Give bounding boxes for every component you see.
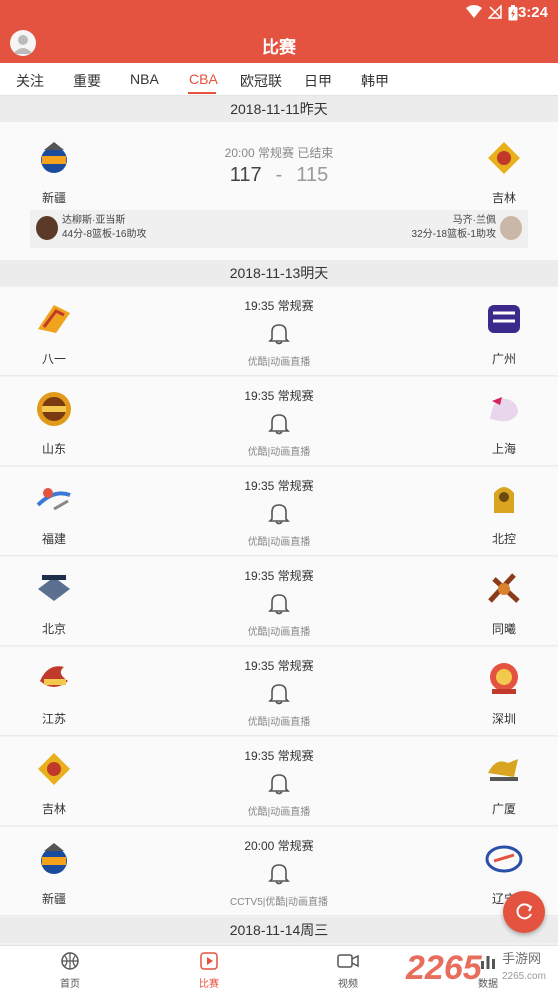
player-stats: 44分-8篮板-16助攻 (62, 229, 147, 240)
team-logo-icon (490, 397, 518, 422)
team-name: 广州 (491, 352, 516, 366)
team-name: 广厦 (491, 802, 516, 816)
player-avatar (500, 216, 522, 240)
match-card[interactable]: 北京 19:35 常规赛 优酷|动画直播 同曦 (0, 557, 558, 646)
away-team[interactable]: 深圳 (464, 659, 544, 727)
watermark-brand: 2265 (405, 949, 483, 987)
team-logo-icon (485, 845, 523, 873)
tab-follow[interactable]: 关注 (16, 71, 44, 91)
team-name: 深圳 (491, 712, 516, 726)
team-name: 同曦 (491, 622, 516, 636)
tab-cba[interactable]: CBA (189, 71, 218, 87)
date-header: 2018-11-11昨天 (0, 96, 558, 122)
nav-home[interactable]: 首页 (40, 951, 100, 990)
watermark-logo: 2265 手游网 2265.com (405, 949, 546, 987)
team-logo-icon (488, 142, 520, 174)
team-name: 新疆 (41, 191, 66, 205)
match-card[interactable]: 新疆 20:00 常规赛 CCTV5|优酷|动画直播 辽宁 (0, 827, 558, 916)
video-camera-icon (337, 954, 359, 968)
team-logo-icon (494, 487, 514, 513)
match-card[interactable]: 八一 19:35 常规赛 优酷|动画直播 广州 (0, 287, 558, 376)
match-card[interactable]: 吉林 19:35 常规赛 优酷|动画直播 广厦 (0, 737, 558, 826)
bell-icon[interactable] (268, 591, 290, 615)
refresh-button[interactable] (503, 891, 545, 933)
match-card[interactable]: 福建 19:35 常规赛 优酷|动画直播 北控 (0, 467, 558, 556)
team-logo-icon (488, 305, 520, 333)
refresh-icon (516, 903, 533, 920)
bell-icon[interactable] (268, 681, 290, 705)
league-tabs: 关注 重要 NBA CBA 欧冠联 日甲 韩甲 (0, 63, 558, 96)
match-card[interactable]: 江苏 19:35 常规赛 优酷|动画直播 深圳 (0, 647, 558, 736)
tab-japan[interactable]: 日甲 (304, 71, 332, 91)
away-team[interactable]: 北控 (464, 479, 544, 547)
date-header: 2018-11-14周三 (0, 917, 558, 943)
nav-videos[interactable]: 视频 (318, 951, 378, 990)
team-name: 上海 (491, 442, 516, 456)
away-team[interactable]: 上海 (464, 389, 544, 457)
nav-label: 首页 (60, 979, 80, 990)
tab-nba[interactable]: NBA (130, 71, 159, 87)
nav-label: 视频 (338, 979, 358, 990)
bell-icon[interactable] (268, 771, 290, 795)
player-stats: 32分-18篮板-1助攻 (411, 229, 496, 240)
date-header: 2018-11-13明天 (0, 260, 558, 286)
home-player: 达柳斯·亚当斯 44分-8篮板-16助攻 (62, 214, 146, 242)
player-avatar (36, 216, 58, 240)
player-name: 达柳斯·亚当斯 (62, 215, 126, 226)
top-players: 达柳斯·亚当斯 44分-8篮板-16助攻 马齐·兰佩 32分-18篮板-1助攻 (30, 210, 528, 248)
player-name: 马齐·兰佩 (452, 215, 496, 226)
away-team[interactable]: 同曦 (464, 569, 544, 637)
away-player: 马齐·兰佩 32分-18篮板-1助攻 (412, 214, 496, 242)
bell-icon[interactable] (268, 411, 290, 435)
bell-icon[interactable] (268, 861, 290, 885)
active-tab-indicator (188, 92, 216, 94)
match-list[interactable]: 2018-11-11昨天 新疆 20:00 常规赛 已结束 117-115 吉林… (0, 96, 558, 945)
away-team[interactable]: 吉林 (464, 138, 544, 206)
team-name: 北控 (491, 532, 516, 546)
away-team[interactable]: 广州 (464, 299, 544, 367)
tab-euroleague[interactable]: 欧冠联 (240, 71, 282, 91)
nav-matches[interactable]: 比赛 (179, 951, 239, 990)
play-icon (200, 952, 218, 970)
watermark-sub: 手游网 (502, 952, 541, 967)
page-title: 比赛 (262, 38, 296, 57)
bell-icon[interactable] (268, 321, 290, 345)
team-logo-icon (488, 573, 520, 603)
nav-label: 比赛 (199, 979, 219, 990)
team-name: 吉林 (491, 191, 516, 205)
score-separator: - (275, 164, 283, 186)
no-signal-icon (488, 5, 502, 19)
away-score: 115 (296, 164, 329, 186)
wifi-icon (466, 5, 482, 18)
finished-match-card[interactable]: 新疆 20:00 常规赛 已结束 117-115 吉林 达柳斯·亚当斯 44分-… (0, 122, 558, 260)
basketball-icon (61, 952, 79, 970)
team-logo-icon (488, 759, 518, 781)
status-bar: 3:24 (0, 0, 558, 25)
team-logo-icon (490, 663, 518, 694)
app-bar: 比赛 (0, 25, 558, 63)
tab-korea[interactable]: 韩甲 (361, 71, 389, 91)
away-team[interactable]: 广厦 (464, 749, 544, 817)
battery-icon (508, 5, 518, 21)
match-card[interactable]: 山东 19:35 常规赛 优酷|动画直播 上海 (0, 377, 558, 466)
tab-important[interactable]: 重要 (73, 71, 101, 91)
home-score: 117 (229, 164, 262, 186)
watermark-domain: 2265.com (502, 971, 546, 982)
status-time: 3:24 (517, 4, 548, 21)
bell-icon[interactable] (268, 501, 290, 525)
